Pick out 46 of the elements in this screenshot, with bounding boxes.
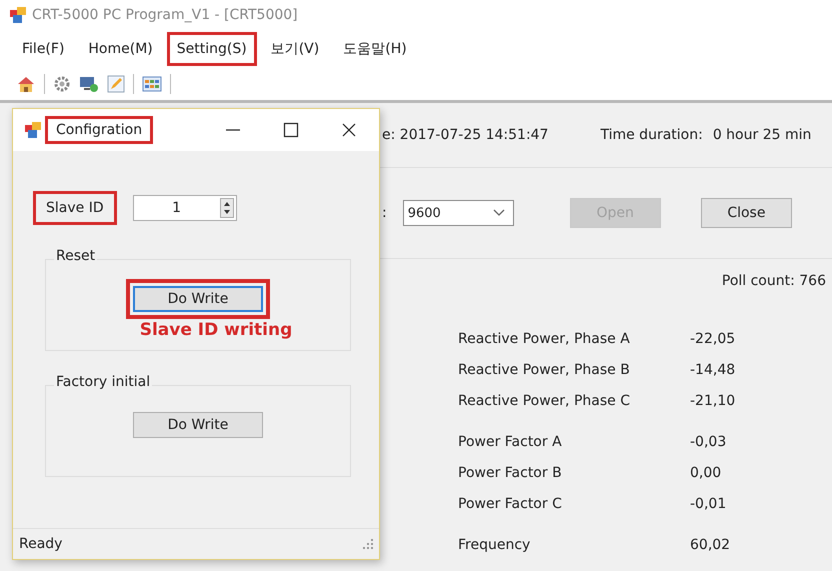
gear-icon[interactable] — [53, 75, 71, 93]
duration-value: 0 hour 25 min — [712, 127, 812, 143]
measurement-value: -0,01 — [690, 496, 726, 512]
menu-item[interactable]: 도움말(H) — [333, 31, 417, 67]
app-icon — [10, 7, 26, 23]
measurement-label: Power Factor B — [458, 464, 563, 480]
do-write-button[interactable]: Do Write — [133, 286, 263, 312]
spin-arrows-icon — [220, 198, 234, 218]
measurement-label: Power Factor A — [458, 434, 563, 450]
menu-item[interactable]: File(F) — [12, 32, 74, 66]
measurement-label: Reactive Power, Phase B — [458, 362, 631, 378]
app-icon — [25, 122, 41, 138]
resize-grip-icon[interactable] — [363, 539, 373, 549]
duration-label: Time duration: — [600, 127, 703, 143]
monitor-icon[interactable] — [79, 75, 99, 93]
baud-rate-label: : — [382, 205, 387, 221]
status-text: Ready — [19, 536, 62, 552]
measurement-value: -14,48 — [690, 362, 736, 378]
measurement-value: -22,05 — [690, 330, 736, 346]
menu-item[interactable]: Setting(S) — [166, 32, 257, 66]
slave-id-label: Slave ID — [33, 191, 117, 225]
measurement-value: -0,03 — [690, 434, 726, 450]
measurement-value: 0,00 — [690, 464, 722, 480]
measurement-value: -21,10 — [690, 392, 736, 408]
measurement-label: Power Factor C — [458, 496, 563, 512]
maximize-icon[interactable] — [283, 122, 299, 138]
chevron-icon — [492, 209, 505, 217]
dialog-title: Configration — [45, 116, 154, 144]
start-time-text: e: 2017-07-25 14:51:47 — [382, 127, 548, 143]
measurement-label: Reactive Power, Phase A — [458, 330, 631, 346]
menu-item[interactable]: 보기(V) — [260, 31, 330, 67]
group-label: Factory initial — [54, 374, 152, 390]
window-title: CRT-5000 PC Program_V1 - [CRT5000] — [32, 7, 298, 23]
baud-rate-dropdown[interactable]: 9600 — [402, 200, 514, 226]
measurement-value: 60,02 — [690, 536, 730, 552]
table-icon[interactable] — [142, 75, 162, 93]
measurement-label: Frequency — [458, 536, 532, 552]
measurement-label: Reactive Power, Phase C — [458, 392, 631, 408]
poll-count-text: Poll count: 766 — [722, 273, 826, 289]
slave-id-spinner[interactable]: 1 — [132, 195, 237, 221]
annotation-text: Slave ID writing — [140, 320, 292, 340]
close-icon[interactable] — [341, 122, 357, 138]
port-button[interactable]: Close — [700, 198, 792, 228]
do-write-button[interactable]: Do Write — [133, 412, 263, 438]
menu-item[interactable]: Home(M) — [78, 32, 163, 66]
home-icon[interactable] — [16, 75, 36, 93]
